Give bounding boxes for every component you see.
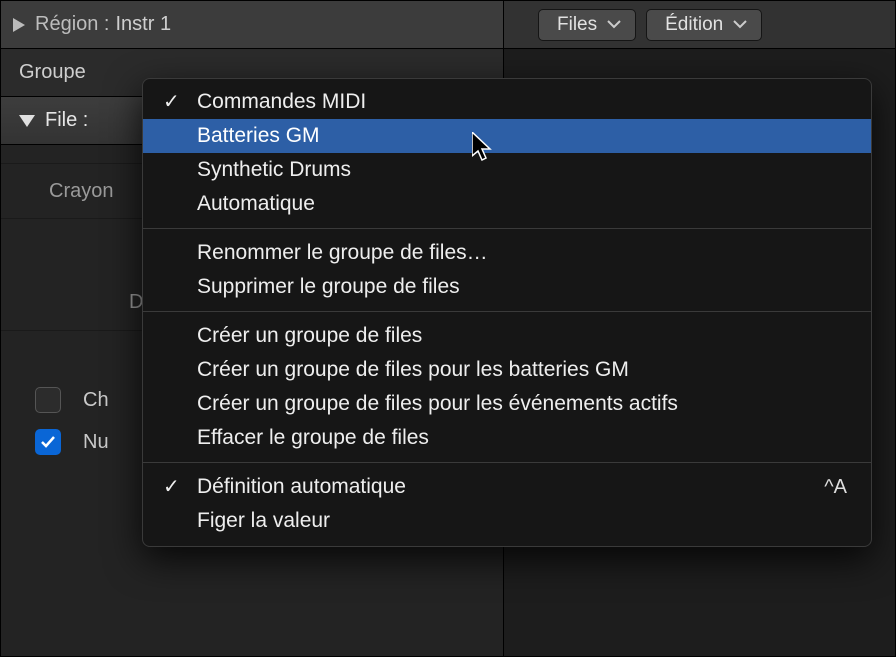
menu-item-label: Supprimer le groupe de files	[197, 275, 460, 299]
menu-item-label: Figer la valeur	[197, 509, 330, 533]
menu-item-renommer-groupe[interactable]: Renommer le groupe de files…	[143, 236, 871, 270]
menu-item-creer-groupe-actifs[interactable]: Créer un groupe de files pour les événem…	[143, 387, 871, 421]
region-value: Instr 1	[116, 13, 172, 36]
menu-item-label: Synthetic Drums	[197, 158, 351, 182]
chevron-down-icon	[607, 20, 621, 29]
check-icon: ✓	[163, 89, 180, 114]
menu-item-label: Créer un groupe de files pour les événem…	[197, 392, 678, 416]
editor-toolbar: Files Édition	[504, 1, 895, 49]
menu-item-creer-groupe[interactable]: Créer un groupe de files	[143, 319, 871, 353]
menu-item-supprimer-groupe[interactable]: Supprimer le groupe de files	[143, 270, 871, 304]
menu-item-effacer-groupe[interactable]: Effacer le groupe de files	[143, 421, 871, 455]
checkbox-checked[interactable]	[35, 429, 61, 455]
file-label: File :	[45, 109, 88, 132]
files-menu-label: Files	[557, 14, 597, 36]
files-menu-button[interactable]: Files	[538, 9, 636, 41]
menu-item-batteries-gm[interactable]: Batteries GM	[143, 119, 871, 153]
check-label: Ch	[83, 389, 109, 412]
menu-item-label: Batteries GM	[197, 124, 320, 148]
menu-separator	[143, 228, 871, 229]
param-label: Crayon	[49, 180, 113, 203]
menu-item-figer-valeur[interactable]: Figer la valeur	[143, 504, 871, 538]
menu-item-label: Effacer le groupe de files	[197, 426, 429, 450]
menu-item-label: Renommer le groupe de files…	[197, 241, 488, 265]
files-dropdown-menu: ✓ Commandes MIDI Batteries GM Synthetic …	[142, 78, 872, 547]
menu-item-label: Automatique	[197, 192, 315, 216]
menu-item-label: Définition automatique	[197, 475, 406, 499]
checkbox-unchecked[interactable]	[35, 387, 61, 413]
region-label: Région :	[35, 13, 110, 36]
menu-separator	[143, 311, 871, 312]
edition-menu-label: Édition	[665, 14, 723, 36]
menu-item-automatique[interactable]: Automatique	[143, 187, 871, 221]
menu-item-label: Créer un groupe de files pour les batter…	[197, 358, 629, 382]
menu-item-synthetic-drums[interactable]: Synthetic Drums	[143, 153, 871, 187]
check-icon: ✓	[163, 474, 180, 499]
menu-item-commandes-midi[interactable]: ✓ Commandes MIDI	[143, 85, 871, 119]
region-header[interactable]: Région : Instr 1	[1, 1, 503, 49]
menu-item-definition-auto[interactable]: ✓ Définition automatique ^A	[143, 470, 871, 504]
group-label: Groupe	[19, 61, 86, 84]
edition-menu-button[interactable]: Édition	[646, 9, 762, 41]
disclosure-right-icon[interactable]	[13, 18, 25, 32]
disclosure-down-icon[interactable]	[19, 115, 35, 127]
menu-shortcut: ^A	[824, 476, 847, 499]
chevron-down-icon	[733, 20, 747, 29]
menu-item-label: Commandes MIDI	[197, 90, 366, 114]
menu-separator	[143, 462, 871, 463]
check-label: Nu	[83, 431, 109, 454]
menu-item-label: Créer un groupe de files	[197, 324, 422, 348]
menu-item-creer-groupe-gm[interactable]: Créer un groupe de files pour les batter…	[143, 353, 871, 387]
